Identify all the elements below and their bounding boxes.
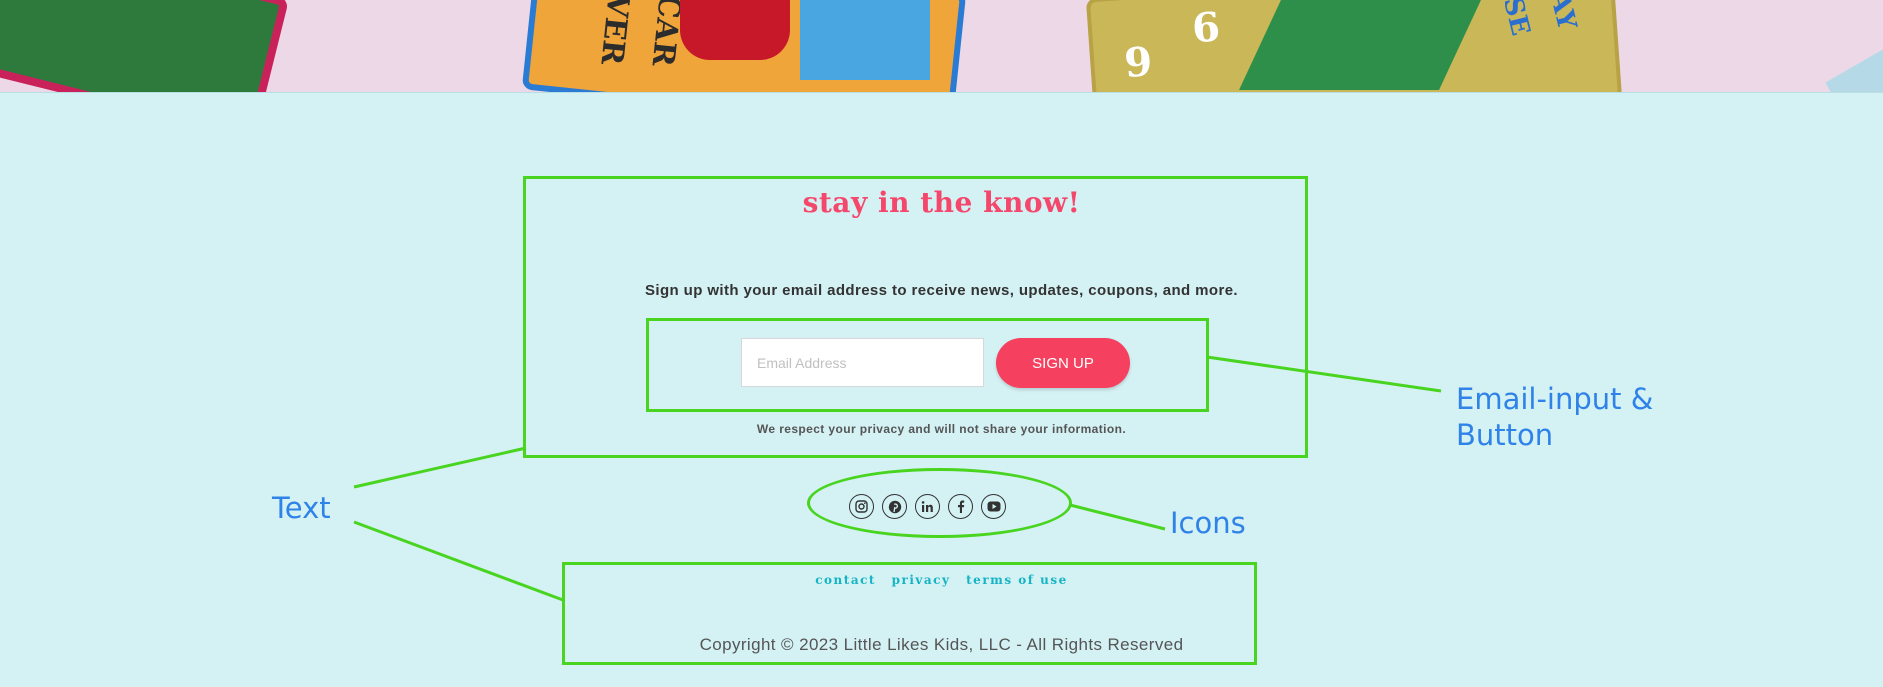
hero-image: ACECAR RIVER 9 6 BASE PLAY [0,0,1883,93]
annotation-label-email-line2: Button [1456,418,1554,452]
green-field-graphic [1239,0,1481,90]
game-card-left [0,0,290,92]
annotation-box-text-bottom [562,562,1257,665]
annotation-label-email-line1: Email-input & [1456,382,1654,416]
corner-card [1825,42,1883,92]
annotation-ellipse-icons [807,468,1072,538]
annotation-box-email [646,318,1209,412]
annotation-label-text: Text [272,491,331,525]
sky-graphic [800,0,930,80]
annotation-box-text-top [523,176,1308,458]
annotation-label-icons: Icons [1170,506,1246,540]
red-car-graphic [680,0,790,60]
